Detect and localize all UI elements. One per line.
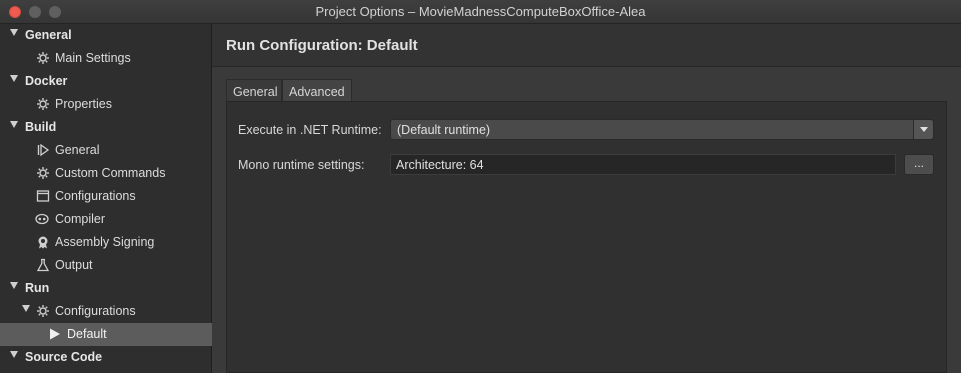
- sidebar-item-label: Compiler: [55, 212, 106, 226]
- play-bar-icon: [37, 143, 50, 157]
- sidebar-item-run-configurations[interactable]: Configurations: [0, 300, 212, 323]
- sidebar-item-label: Main Settings: [55, 51, 131, 65]
- play-icon: [50, 328, 60, 340]
- section-label: Source Code: [25, 350, 103, 364]
- section-general[interactable]: General: [0, 24, 212, 47]
- runtime-select-value: (Default runtime): [397, 123, 491, 137]
- options-sidebar: General Main Settings Docker Properties …: [0, 24, 212, 373]
- panel-header: Run Configuration: Default: [212, 24, 961, 67]
- gear-icon: [37, 98, 49, 110]
- flask-icon: [36, 258, 50, 272]
- section-label: General: [25, 28, 72, 42]
- section-run[interactable]: Run: [0, 277, 212, 300]
- sidebar-item-default[interactable]: Default: [0, 323, 212, 346]
- sidebar-item-assembly-signing[interactable]: Assembly Signing: [0, 231, 212, 254]
- sidebar-item-label: Output: [55, 258, 93, 272]
- seal-icon: [38, 236, 48, 249]
- section-docker[interactable]: Docker: [0, 70, 212, 93]
- dropdown-button[interactable]: [913, 120, 933, 139]
- sidebar-item-label: Configurations: [55, 189, 136, 203]
- sidebar-item-label: General: [55, 143, 100, 157]
- disclosure-down-icon[interactable]: [10, 351, 18, 358]
- sidebar-item-label: Properties: [55, 97, 112, 111]
- disclosure-down-icon[interactable]: [10, 282, 18, 289]
- chevron-down-icon: [920, 127, 928, 132]
- page-title: Run Configuration: Default: [226, 37, 418, 54]
- sidebar-item-main-settings[interactable]: Main Settings: [0, 47, 212, 70]
- mono-settings-label: Mono runtime settings:: [238, 158, 365, 172]
- disclosure-down-icon[interactable]: [22, 305, 30, 312]
- section-label: Run: [25, 281, 50, 295]
- sidebar-item-custom-commands[interactable]: Custom Commands: [0, 162, 212, 185]
- mono-settings-field-box: [390, 154, 896, 175]
- gear-icon: [37, 167, 49, 179]
- gear-icon: [37, 305, 49, 317]
- section-label: Build: [25, 120, 57, 134]
- mono-settings-field[interactable]: [391, 155, 895, 174]
- section-source-code[interactable]: Source Code: [0, 346, 212, 369]
- tab-general[interactable]: General: [226, 79, 282, 101]
- compiler-icon: [35, 213, 49, 225]
- sidebar-item-compiler[interactable]: Compiler: [0, 208, 212, 231]
- sidebar-item-label: Configurations: [55, 304, 136, 318]
- title-bar: Project Options – MovieMadnessComputeBox…: [0, 0, 961, 24]
- mono-settings-browse-button[interactable]: ...: [904, 154, 934, 175]
- advanced-tab-panel: Execute in .NET Runtime: (Default runtim…: [226, 101, 947, 373]
- gear-icon: [37, 52, 49, 64]
- sidebar-item-build-configurations[interactable]: Configurations: [0, 185, 212, 208]
- sidebar-item-output[interactable]: Output: [0, 254, 212, 277]
- sidebar-item-build-general[interactable]: General: [0, 139, 212, 162]
- sidebar-item-label: Assembly Signing: [55, 235, 155, 249]
- disclosure-down-icon[interactable]: [10, 29, 18, 36]
- section-build[interactable]: Build: [0, 116, 212, 139]
- window-title: Project Options – MovieMadnessComputeBox…: [315, 4, 646, 19]
- main-panel: Run Configuration: Default General Advan…: [212, 24, 961, 373]
- window-icon: [36, 190, 50, 202]
- section-label: Docker: [25, 74, 68, 88]
- runtime-label: Execute in .NET Runtime:: [238, 123, 382, 137]
- tab-advanced[interactable]: Advanced: [282, 79, 352, 101]
- disclosure-down-icon[interactable]: [10, 75, 18, 82]
- sidebar-item-label: Default: [67, 327, 107, 341]
- disclosure-down-icon[interactable]: [10, 121, 18, 128]
- runtime-select[interactable]: (Default runtime): [390, 119, 934, 140]
- sidebar-item-properties[interactable]: Properties: [0, 93, 212, 116]
- sidebar-item-label: Custom Commands: [55, 166, 166, 180]
